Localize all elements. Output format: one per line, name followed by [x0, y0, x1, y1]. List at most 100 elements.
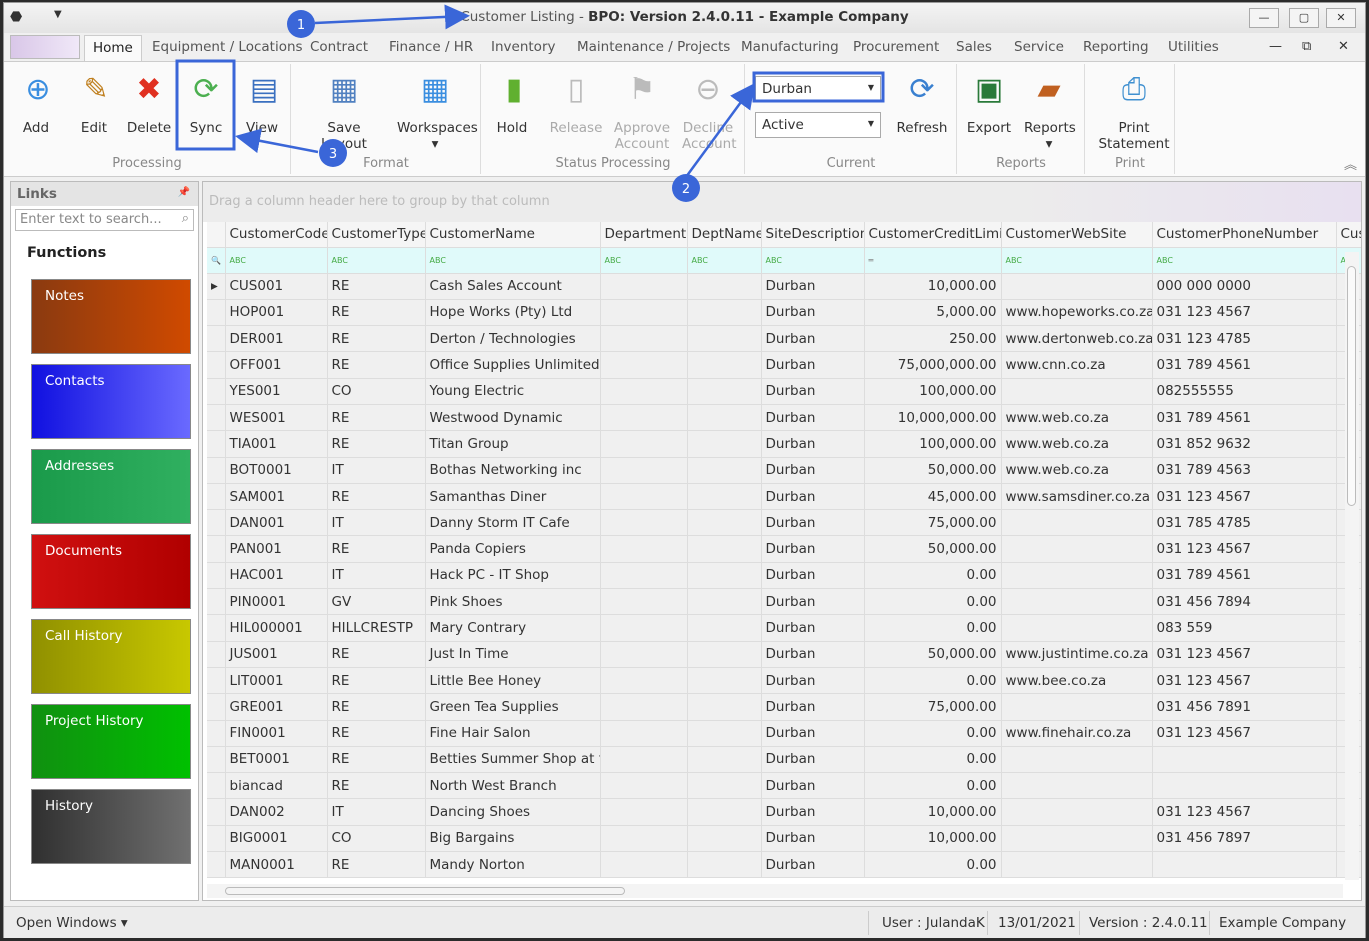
cell-customercode[interactable]: LIT0001: [225, 667, 328, 695]
cell-deptname[interactable]: [687, 351, 762, 379]
tab-service[interactable]: Service: [1014, 39, 1064, 55]
cell-customertype[interactable]: RE: [327, 351, 426, 379]
tile-history[interactable]: History: [31, 789, 191, 864]
column-header-department[interactable]: Department: [600, 222, 688, 248]
save-layout-button[interactable]: ▦ Save Layout: [304, 64, 384, 153]
cell-customercreditlimit[interactable]: 0.00: [864, 746, 1002, 774]
cell-customerphonenumber[interactable]: 031 852 9632: [1152, 430, 1337, 458]
cell-customercreditlimit[interactable]: 100,000.00: [864, 430, 1002, 458]
tile-documents[interactable]: Documents: [31, 534, 191, 609]
cell-customercode[interactable]: BOT0001: [225, 457, 328, 484]
cell-customerwebsite[interactable]: [1001, 509, 1153, 537]
table-row[interactable]: OFF001 RE Office Supplies Unlimited Durban 7…: [207, 351, 1361, 379]
cell-customerwebsite[interactable]: [1001, 772, 1153, 800]
column-header-customername[interactable]: CustomerName: [425, 222, 601, 248]
cell-customercode[interactable]: GRE001: [225, 693, 328, 721]
tab-inventory[interactable]: Inventory: [491, 39, 555, 55]
cell-department[interactable]: [600, 798, 688, 826]
table-row[interactable]: HOP001 RE Hope Works (Pty) Ltd Durban 5,000.…: [207, 299, 1361, 327]
cell-customername[interactable]: Little Bee Honey: [425, 667, 601, 695]
cell-customercode[interactable]: FIN0001: [225, 720, 328, 747]
cell-customerwebsite[interactable]: www.justintime.co.za: [1001, 641, 1153, 668]
cell-deptname[interactable]: [687, 825, 762, 853]
cell-customerphonenumber[interactable]: 031 123 4567: [1152, 299, 1337, 327]
cell-customercode[interactable]: MAN0001: [225, 851, 328, 879]
row-indicator[interactable]: [207, 509, 226, 537]
cell-customercode[interactable]: HIL000001: [225, 614, 328, 642]
view-button[interactable]: ▤ View: [244, 64, 280, 137]
cell-sitedescription[interactable]: Durban: [761, 299, 865, 327]
table-row[interactable]: LIT0001 RE Little Bee Honey Durban 0.00 www.b…: [207, 667, 1361, 695]
row-indicator[interactable]: [207, 404, 226, 432]
table-row[interactable]: HAC001 IT Hack PC - IT Shop Durban 0.00 031 7…: [207, 562, 1361, 590]
cell-department[interactable]: [600, 378, 688, 405]
cell-customerwebsite[interactable]: www.web.co.za: [1001, 430, 1153, 458]
cell-customerwebsite[interactable]: [1001, 588, 1153, 616]
hold-button[interactable]: ▮ Hold: [494, 64, 530, 137]
table-row[interactable]: PAN001 RE Panda Copiers Durban 50,000.00 031 …: [207, 535, 1361, 563]
cell-customercode[interactable]: WES001: [225, 404, 328, 432]
tile-call-history[interactable]: Call History: [31, 619, 191, 694]
cell-customerwebsite[interactable]: www.dertonweb.co.za: [1001, 325, 1153, 353]
cell-customerwebsite[interactable]: www.finehair.co.za: [1001, 720, 1153, 747]
maximize-button[interactable]: ▢: [1289, 8, 1319, 28]
table-row[interactable]: GRE001 RE Green Tea Supplies Durban 75,000.0…: [207, 693, 1361, 721]
cell-customercode[interactable]: PAN001: [225, 535, 328, 563]
filter-cell[interactable]: ABC: [761, 247, 865, 274]
cell-deptname[interactable]: [687, 509, 762, 537]
cell-customerphonenumber[interactable]: 031 789 4561: [1152, 562, 1337, 590]
cell-customerwebsite[interactable]: [1001, 693, 1153, 721]
cell-customername[interactable]: Mary Contrary: [425, 614, 601, 642]
cell-customertype[interactable]: RE: [327, 720, 426, 747]
row-indicator[interactable]: ▸: [207, 273, 226, 300]
table-row[interactable]: YES001 CO Young Electric Durban 100,000.00 08…: [207, 378, 1361, 405]
cell-customerphonenumber[interactable]: 031 123 4567: [1152, 798, 1337, 826]
cell-customertype[interactable]: RE: [327, 667, 426, 695]
cell-sitedescription[interactable]: Durban: [761, 614, 865, 642]
filter-cell[interactable]: ABC: [225, 247, 328, 274]
cell-customertype[interactable]: IT: [327, 798, 426, 826]
cell-customertype[interactable]: RE: [327, 851, 426, 879]
cell-deptname[interactable]: [687, 667, 762, 695]
cell-customername[interactable]: Fine Hair Salon: [425, 720, 601, 747]
cell-customertype[interactable]: RE: [327, 273, 426, 300]
cell-customerwebsite[interactable]: [1001, 562, 1153, 590]
tab-contract[interactable]: Contract: [310, 39, 368, 55]
cell-customercreditlimit[interactable]: 75,000.00: [864, 693, 1002, 721]
cell-deptname[interactable]: [687, 535, 762, 563]
cell-sitedescription[interactable]: Durban: [761, 325, 865, 353]
column-header-customerwebsite[interactable]: CustomerWebSite: [1001, 222, 1153, 248]
cell-customerwebsite[interactable]: [1001, 535, 1153, 563]
cell-customercode[interactable]: DAN001: [225, 509, 328, 537]
cell-department[interactable]: [600, 772, 688, 800]
table-row[interactable]: HIL000001 HILLCRESTP Mary Contrary Durban 0.…: [207, 614, 1361, 642]
ribbon-close-button[interactable]: ✕: [1338, 39, 1349, 54]
filter-cell[interactable]: ABC: [600, 247, 688, 274]
cell-customerwebsite[interactable]: [1001, 273, 1153, 300]
status-combo[interactable]: Active: [755, 112, 881, 138]
tab-manufacturing[interactable]: Manufacturing: [741, 39, 839, 55]
cell-deptname[interactable]: [687, 588, 762, 616]
edit-button[interactable]: ✎ Edit: [76, 64, 112, 137]
cell-customerphonenumber[interactable]: 031 785 4785: [1152, 509, 1337, 537]
row-indicator[interactable]: [207, 772, 226, 800]
cell-customercreditlimit[interactable]: 10,000.00: [864, 798, 1002, 826]
cell-department[interactable]: [600, 693, 688, 721]
cell-customertype[interactable]: RE: [327, 693, 426, 721]
cell-customertype[interactable]: RE: [327, 535, 426, 563]
cell-customercreditlimit[interactable]: 10,000,000.00: [864, 404, 1002, 432]
cell-department[interactable]: [600, 430, 688, 458]
cell-sitedescription[interactable]: Durban: [761, 693, 865, 721]
cell-sitedescription[interactable]: Durban: [761, 351, 865, 379]
cell-customerwebsite[interactable]: [1001, 746, 1153, 774]
column-header-customercreditlimit[interactable]: CustomerCreditLimit: [864, 222, 1002, 248]
cell-customerphonenumber[interactable]: 083 559: [1152, 614, 1337, 642]
cell-customerphonenumber[interactable]: 031 789 4561: [1152, 404, 1337, 432]
row-indicator[interactable]: [207, 351, 226, 379]
table-row[interactable]: BIG0001 CO Big Bargains Durban 10,000.00 031 …: [207, 825, 1361, 853]
add-button[interactable]: ⊕ Add: [18, 64, 54, 137]
tab-home[interactable]: Home: [84, 35, 142, 61]
cell-deptname[interactable]: [687, 562, 762, 590]
row-indicator[interactable]: [207, 457, 226, 484]
cell-sitedescription[interactable]: Durban: [761, 509, 865, 537]
